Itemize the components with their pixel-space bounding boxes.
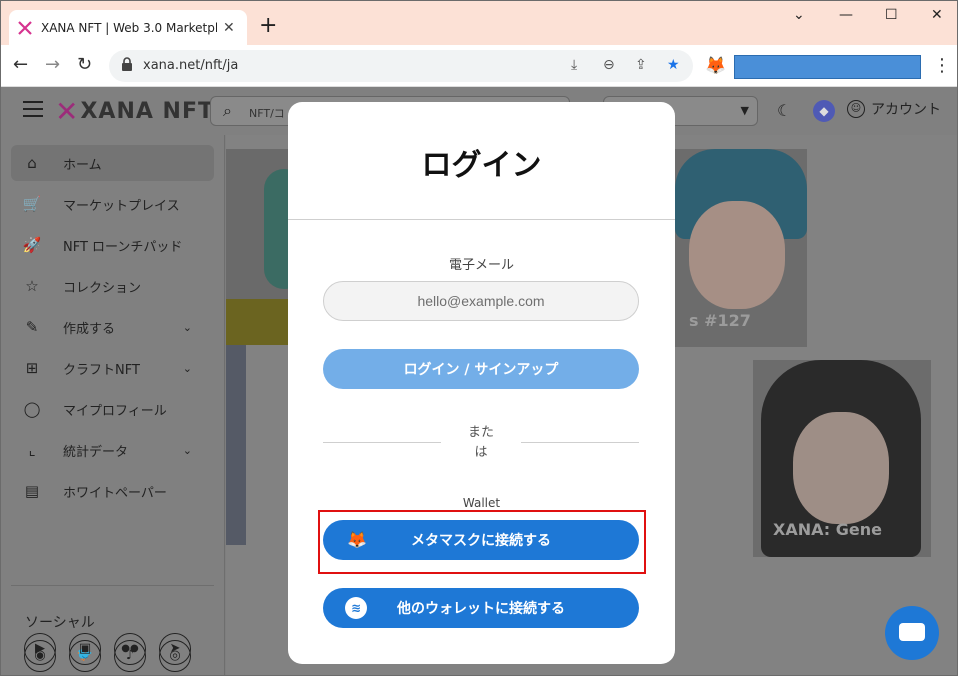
chevron-down-icon[interactable]: ⌄ [183,321,192,334]
site-logo[interactable]: ✕ XANA NFT [55,95,214,128]
email-field[interactable] [323,281,639,321]
nft-card-image[interactable] [226,345,246,545]
or-divider-left [323,442,441,443]
nft-card-caption: s #127 [689,311,751,330]
sidebar-item-label: NFT ローンチパッド [63,239,183,255]
sidebar-item-label: マイプロフィール [63,403,167,419]
user-icon: ☺ [847,100,865,118]
youtube-icon[interactable]: ▶ [24,633,56,665]
stats-icon: ⌞ [28,441,36,459]
zoom-icon[interactable]: ⊖ [603,57,615,73]
xana-favicon-icon [18,20,32,35]
forward-arrow-icon[interactable]: → [45,54,60,75]
theme-toggle-icon[interactable]: ☾ [777,101,791,120]
craft-icon: ⊞ [25,359,39,377]
connect-other-wallet-button[interactable]: ≋ 他のウォレットに接続する [323,588,639,628]
edit-icon: ✎ [25,318,39,336]
browser-menu-icon[interactable]: ⋮ [933,55,951,76]
chevron-down-icon[interactable]: ⌄ [183,444,192,457]
ethereum-icon[interactable]: ◆ [813,100,835,122]
home-icon: ⌂ [27,154,37,172]
metamask-fox-icon: 🦊 [347,530,367,549]
sidebar-item-create[interactable]: ✎ 作成する ⌄ [11,309,214,345]
sidebar-item-craft-nft[interactable]: ⊞ クラフトNFT ⌄ [11,350,214,386]
search-icon: ⌕ [223,101,232,120]
wallet-label: Wallet [462,496,501,510]
sidebar-item-whitepaper[interactable]: ▤ ホワイトペーパー [11,473,214,509]
email-label: 電子メール [448,258,514,273]
modal-title: ログイン [421,148,542,183]
tab-search-icon[interactable]: ⌄ [793,7,805,23]
chat-icon [899,623,925,641]
redacted-extension-area [734,55,921,79]
or-text: または [467,425,494,460]
sidebar: ⌂ ホーム 🛒 マーケットプレイス 🚀 NFT ローンチパッド ☆ コレクション… [1,135,225,675]
modal-divider [288,219,675,220]
nft-card-caption: XANA: Gene [773,520,882,539]
sidebar-item-label: クラフトNFT [63,362,140,378]
bookmark-star-icon[interactable]: ★ [667,57,680,73]
install-icon[interactable]: ⤓ [571,57,577,73]
sidebar-item-launchpad[interactable]: 🚀 NFT ローンチパッド [11,227,214,263]
nft-card-image[interactable] [226,149,290,345]
telegram-icon[interactable]: ➤ [159,633,191,665]
hamburger-menu-icon[interactable] [23,101,43,117]
walletconnect-icon: ≋ [345,597,367,619]
sidebar-item-label: 作成する [63,321,116,337]
rocket-icon: 🚀 [22,236,42,254]
sidebar-divider [11,585,214,586]
browser-toolbar: ← → ↻ xana.net/nft/ja ⤓ ⊖ ⇪ ★ 🦊 ⋮ [1,45,957,87]
maximize-button[interactable]: ☐ [885,7,898,23]
nft-card-image[interactable]: s #127 [675,149,807,347]
nft-card-image[interactable]: XANA: Gene [753,360,931,557]
search-placeholder: NFT/コ [249,107,285,120]
tab-title: XANA NFT | Web 3.0 Marketplac [41,20,217,35]
sidebar-item-label: コレクション [63,280,142,296]
address-bar[interactable]: xana.net/nft/ja ⤓ ⊖ ⇪ ★ [109,50,693,82]
metamask-extension-icon[interactable]: 🦊 [705,56,726,76]
sidebar-item-stats[interactable]: ⌞ 統計データ ⌄ [11,432,214,468]
sidebar-item-my-profile[interactable]: ◯ マイプロフィール [11,391,214,427]
back-arrow-icon[interactable]: ← [13,54,28,75]
minimize-button[interactable]: — [839,7,853,23]
metamask-button-label: メタマスクに接続する [411,533,551,549]
login-signup-button[interactable]: ログイン / サインアップ [323,349,639,389]
medium-icon[interactable]: ●● [114,633,146,665]
logo-text: XANA NFT [80,99,215,124]
sidebar-item-home[interactable]: ⌂ ホーム [11,145,214,181]
share-icon[interactable]: ⇪ [635,57,647,73]
sidebar-item-label: 統計データ [63,444,129,460]
reload-icon[interactable]: ↻ [77,54,92,75]
close-window-button[interactable]: ✕ [931,7,943,23]
tab-close-icon[interactable]: ✕ [223,20,235,36]
sidebar-item-label: マーケットプレイス [63,198,180,214]
profile-icon: ◯ [23,400,41,418]
social-label: ソーシャル [25,615,95,631]
account-button[interactable]: ☺ アカウント [847,99,941,119]
other-wallet-button-label: 他のウォレットに接続する [397,601,565,617]
connect-metamask-button[interactable]: 🦊 メタマスクに接続する [323,520,639,560]
tab-bar: XANA NFT | Web 3.0 Marketplac ✕ + ⌄ — ☐ … [1,1,957,45]
chevron-down-icon[interactable]: ⌄ [183,362,192,375]
twitch-icon[interactable]: ▣ [69,633,101,665]
account-label: アカウント [871,102,941,118]
logo-mark-icon: ✕ [55,95,79,128]
caret-down-icon: ▼ [740,104,749,117]
url-text: xana.net/nft/ja [143,58,239,73]
sidebar-item-collection[interactable]: ☆ コレクション [11,268,214,304]
document-icon: ▤ [24,482,40,500]
chat-support-button[interactable] [885,606,939,660]
star-icon: ☆ [25,277,39,295]
new-tab-button[interactable]: + [259,13,277,38]
cart-icon: 🛒 [22,195,42,213]
sidebar-item-label: ホワイトペーパー [63,485,167,501]
login-modal: ログイン 電子メール ログイン / サインアップ または Wallet 🦊 メタ… [288,102,675,664]
browser-tab[interactable]: XANA NFT | Web 3.0 Marketplac ✕ [9,10,247,45]
or-divider-right [521,442,639,443]
sidebar-item-marketplace[interactable]: 🛒 マーケットプレイス [11,186,214,222]
browser-window: XANA NFT | Web 3.0 Marketplac ✕ + ⌄ — ☐ … [0,0,958,676]
lock-icon [122,57,132,71]
sidebar-item-label: ホーム [63,157,102,173]
